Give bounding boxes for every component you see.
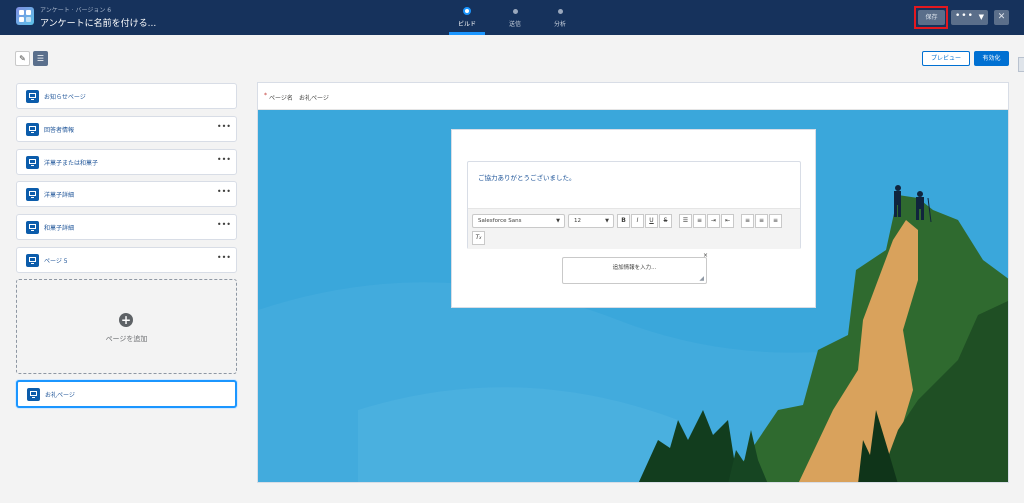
chevron-down-icon: ▼ xyxy=(605,218,609,224)
page-icon xyxy=(26,123,39,136)
thanks-page-card: ご協力ありがとうございました。 Salesforce Sans ▼ 12 ▼ B… xyxy=(451,129,816,308)
underline-button[interactable]: U xyxy=(645,214,658,228)
step-build[interactable]: ビルド xyxy=(449,0,485,35)
font-size-value: 12 xyxy=(574,218,581,224)
page-icon xyxy=(26,188,39,201)
page-icon xyxy=(26,156,39,169)
save-button-highlight xyxy=(914,6,948,29)
page-item-thanks[interactable]: お礼ページ xyxy=(16,380,237,408)
step-send[interactable]: 送信 xyxy=(497,0,533,35)
page-item-label: 洋菓子または和菓子 xyxy=(44,160,99,167)
add-page-label: ページを追加 xyxy=(105,335,148,343)
preview-button[interactable]: プレビュー xyxy=(922,51,970,66)
font-size-select[interactable]: 12 ▼ xyxy=(568,214,614,228)
page-item-label: ページ 5 xyxy=(44,258,68,265)
chevron-down-icon: ▼ xyxy=(556,218,560,224)
pencil-icon: ✎ xyxy=(19,54,26,63)
align-left-button[interactable]: ≡ xyxy=(741,214,754,228)
resize-handle-icon[interactable]: ◢ xyxy=(699,275,704,282)
page-icon xyxy=(27,388,40,401)
clear-format-button[interactable]: Tx xyxy=(472,231,485,245)
bold-button[interactable]: B xyxy=(617,214,630,228)
more-dots-icon: ••• xyxy=(955,11,974,21)
step-build-label: ビルド xyxy=(457,21,476,28)
page-name-label: ページ名 xyxy=(269,95,293,102)
font-family-select[interactable]: Salesforce Sans ▼ xyxy=(472,214,565,228)
bullet-list-button[interactable]: ☰ xyxy=(679,214,692,228)
align-center-button[interactable]: ≡ xyxy=(755,214,768,228)
close-button[interactable]: ✕ xyxy=(994,10,1009,25)
page-item-label: お礼ページ xyxy=(45,392,75,399)
page-icon xyxy=(26,254,39,267)
page-item-label: 回答者情報 xyxy=(44,127,75,134)
page-name-value[interactable]: お礼ページ xyxy=(299,93,329,102)
extra-info-placeholder: 追加情報を入力... xyxy=(612,265,657,271)
page-menu-icon[interactable]: ••• xyxy=(217,122,231,131)
page-item-welcome[interactable]: お知らせページ xyxy=(16,83,237,109)
font-family-value: Salesforce Sans xyxy=(478,218,522,224)
page-item-western-sweets[interactable]: 洋菓子詳細 ••• xyxy=(16,181,237,207)
page-canvas: * ページ名 お礼ページ ご協力ありがとうございました。 Salesforce … xyxy=(257,82,1009,483)
page-icon xyxy=(26,221,39,234)
extra-info-textarea[interactable]: 追加情報を入力... ◢ xyxy=(562,257,707,284)
required-marker: * xyxy=(264,92,267,99)
numbered-list-button[interactable]: ≡ xyxy=(693,214,706,228)
list-view-button[interactable]: ☰ xyxy=(33,51,48,66)
step-dot-icon xyxy=(512,9,518,14)
strikethrough-button[interactable]: S xyxy=(659,214,672,228)
add-page-button[interactable]: + ページを追加 xyxy=(16,279,237,374)
list-icon: ☰ xyxy=(36,54,45,63)
edit-pencil-button[interactable]: ✎ xyxy=(15,51,30,66)
italic-button[interactable]: I xyxy=(631,214,644,228)
page-item-label: 洋菓子詳細 xyxy=(44,192,75,199)
survey-name-title[interactable]: アンケートに名前を付ける... xyxy=(40,16,156,29)
page-menu-icon[interactable]: ••• xyxy=(217,155,231,164)
page-item-label: 和菓子詳細 xyxy=(44,225,75,232)
active-step-indicator xyxy=(449,32,485,35)
chevron-down-icon: ▼ xyxy=(978,13,984,21)
more-actions-button[interactable]: ••• ▼ xyxy=(951,10,988,25)
outdent-button[interactable]: ⇤ xyxy=(721,214,734,228)
step-dot-icon xyxy=(557,9,563,14)
activate-button[interactable]: 有効化 xyxy=(974,51,1009,66)
survey-version-label: アンケート · バージョン 6 xyxy=(40,7,112,14)
plus-icon: + xyxy=(119,313,133,327)
page-item-sweets-choice[interactable]: 洋菓子または和菓子 ••• xyxy=(16,149,237,175)
survey-app-icon xyxy=(16,7,34,25)
builder-steps: ビルド 送信 分析 xyxy=(449,0,579,35)
page-item-label: お知らせページ xyxy=(44,94,86,101)
page-menu-icon[interactable]: ••• xyxy=(217,220,231,229)
rich-text-editor[interactable]: ご協力ありがとうございました。 Salesforce Sans ▼ 12 ▼ B… xyxy=(467,161,801,249)
side-panel-toggle[interactable] xyxy=(1018,57,1024,72)
page-item-respondent-info[interactable]: 回答者情報 ••• xyxy=(16,116,237,142)
page-name-bar: * ページ名 お礼ページ xyxy=(258,83,1008,110)
indent-button[interactable]: ⇥ xyxy=(707,214,720,228)
top-header: アンケート · バージョン 6 アンケートに名前を付ける... ビルド 送信 分… xyxy=(0,0,1024,35)
thanks-message-text[interactable]: ご協力ありがとうございました。 xyxy=(478,172,576,182)
page-icon xyxy=(26,90,39,103)
page-menu-icon[interactable]: ••• xyxy=(217,253,231,262)
step-analyze[interactable]: 分析 xyxy=(542,0,578,35)
step-dot-icon xyxy=(463,7,471,15)
step-analyze-label: 分析 xyxy=(553,21,566,28)
page-item-japanese-sweets[interactable]: 和菓子詳細 ••• xyxy=(16,214,237,240)
page-item-page-5[interactable]: ページ 5 ••• xyxy=(16,247,237,273)
step-send-label: 送信 xyxy=(508,21,521,28)
align-right-button[interactable]: ≡ xyxy=(769,214,782,228)
rich-text-toolbar: Salesforce Sans ▼ 12 ▼ B I U S ☰ ≡ ⇥ ⇤ ≡… xyxy=(468,208,800,249)
page-menu-icon[interactable]: ••• xyxy=(217,187,231,196)
